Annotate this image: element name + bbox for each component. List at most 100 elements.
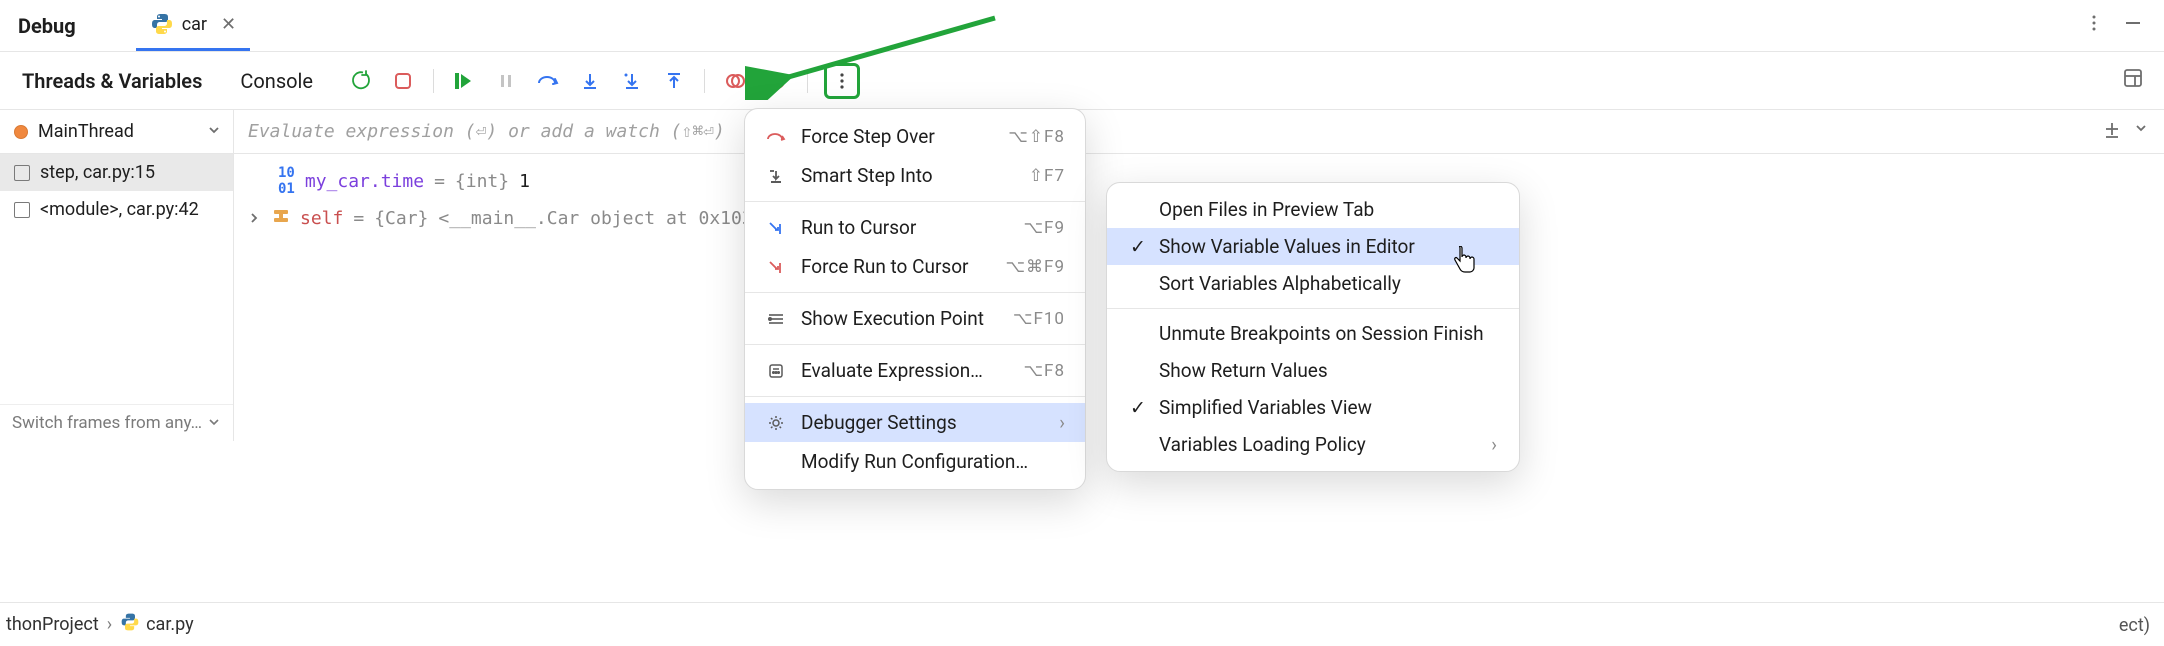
expression-placeholder: Evaluate expression (⏎) or add a watch (… — [248, 121, 725, 142]
close-icon[interactable]: ✕ — [221, 14, 236, 35]
variable-name: my_car.time — [305, 171, 424, 192]
debugger-more-menu: Force Step Over ⌥⇧F8 Smart Step Into ⇧F7… — [744, 108, 1086, 490]
menu-item-force-step-over[interactable]: Force Step Over ⌥⇧F8 — [745, 117, 1085, 156]
variable-type: {Car} — [374, 208, 428, 229]
variable-icon: 1001 — [278, 165, 295, 197]
thread-selector[interactable]: MainThread — [0, 110, 234, 153]
chevron-right-icon: › — [1491, 433, 1497, 456]
menu-item-shortcut: ⌥⇧F8 — [1008, 127, 1065, 147]
object-icon — [272, 207, 290, 230]
python-file-icon — [150, 12, 174, 36]
menu-item-label: Variables Loading Policy — [1159, 433, 1366, 456]
smart-step-into-icon — [765, 168, 787, 184]
menu-item-show-execution-point[interactable]: Show Execution Point ⌥F10 — [745, 299, 1085, 338]
frame-icon — [14, 165, 30, 181]
menu-item-label: Modify Run Configuration… — [801, 450, 1065, 473]
menu-item-label: Force Step Over — [801, 125, 994, 148]
menu-item-evaluate-expression[interactable]: Evaluate Expression… ⌥F8 — [745, 351, 1085, 390]
debug-title: Debug — [18, 14, 76, 38]
menu-item-open-preview[interactable]: Open Files in Preview Tab — [1107, 191, 1519, 228]
thread-name: MainThread — [38, 121, 134, 142]
breadcrumb-segment[interactable]: car.py — [146, 614, 194, 635]
pause-icon[interactable] — [492, 67, 520, 95]
check-icon: ✓ — [1129, 235, 1147, 258]
breadcrumb-right-text: ect) — [2119, 615, 2150, 636]
force-run-to-cursor-icon — [765, 259, 787, 275]
menu-item-shortcut: ⌥F10 — [1013, 309, 1065, 329]
frame-row[interactable]: <module>, car.py:42 — [0, 191, 233, 228]
step-into-icon[interactable] — [576, 67, 604, 95]
menu-item-label: Show Return Values — [1159, 359, 1328, 382]
variable-type: {int} — [455, 171, 509, 192]
frame-label: step, car.py:15 — [40, 162, 155, 183]
frame-icon — [14, 202, 30, 218]
breadcrumb-segment[interactable]: thonProject — [6, 614, 99, 635]
frame-label: <module>, car.py:42 — [40, 199, 199, 220]
menu-item-unmute-breakpoints[interactable]: Unmute Breakpoints on Session Finish — [1107, 315, 1519, 352]
frames-list: step, car.py:15 <module>, car.py:42 Swit… — [0, 154, 234, 441]
menu-item-label: Debugger Settings — [801, 411, 1045, 434]
step-over-icon[interactable] — [534, 67, 562, 95]
step-into-my-icon[interactable] — [618, 67, 646, 95]
variable-eq: = — [434, 171, 445, 192]
chevron-right-icon: › — [1059, 411, 1065, 434]
menu-item-smart-step-into[interactable]: Smart Step Into ⇧F7 — [745, 156, 1085, 195]
run-to-cursor-icon — [765, 220, 787, 236]
menu-item-shortcut: ⌥F9 — [1023, 218, 1065, 238]
breadcrumb: thonProject › car.py — [0, 602, 2164, 646]
menu-item-modify-run-config[interactable]: Modify Run Configuration… — [745, 442, 1085, 481]
frames-footer-text: Switch frames from any… — [12, 413, 202, 433]
variable-eq: = — [353, 208, 364, 229]
menu-item-show-var-values[interactable]: ✓ Show Variable Values in Editor — [1107, 228, 1519, 265]
menu-item-label: Run to Cursor — [801, 216, 1009, 239]
menu-item-label: Simplified Variables View — [1159, 396, 1372, 419]
more-vertical-icon[interactable] — [2084, 13, 2104, 38]
menu-item-debugger-settings[interactable]: Debugger Settings › — [745, 403, 1085, 442]
layout-settings-icon[interactable] — [2122, 67, 2144, 94]
chevron-right-icon[interactable] — [248, 208, 262, 229]
menu-item-label: Sort Variables Alphabetically — [1159, 272, 1401, 295]
variable-value: 1 — [519, 171, 530, 192]
chevron-down-icon[interactable] — [2134, 119, 2148, 144]
minimize-icon[interactable] — [2122, 12, 2144, 39]
step-out-icon[interactable] — [660, 67, 688, 95]
resume-icon[interactable] — [450, 67, 478, 95]
calculator-icon — [765, 363, 787, 379]
frame-row[interactable]: step, car.py:15 — [0, 154, 233, 191]
menu-item-label: Force Run to Cursor — [801, 255, 991, 278]
evaluate-expression-input[interactable]: Evaluate expression (⏎) or add a watch (… — [234, 110, 2164, 153]
more-actions-button[interactable] — [824, 63, 860, 99]
tab-console[interactable]: Console — [236, 61, 317, 101]
variable-name: self — [300, 208, 343, 229]
debugger-settings-submenu: Open Files in Preview Tab ✓ Show Variabl… — [1106, 182, 1520, 472]
python-file-icon — [120, 612, 140, 637]
menu-item-label: Open Files in Preview Tab — [1159, 198, 1374, 221]
menu-item-label: Unmute Breakpoints on Session Finish — [1159, 322, 1484, 345]
menu-item-force-run-to-cursor[interactable]: Force Run to Cursor ⌥⌘F9 — [745, 247, 1085, 286]
gear-icon — [765, 414, 787, 432]
thread-status-icon — [14, 125, 28, 139]
chevron-down-icon — [208, 413, 220, 433]
mute-breakpoints-icon[interactable] — [763, 67, 791, 95]
menu-item-label: Show Variable Values in Editor — [1159, 235, 1415, 258]
rerun-icon[interactable] — [347, 67, 375, 95]
stop-icon[interactable] — [389, 67, 417, 95]
menu-item-show-return[interactable]: Show Return Values — [1107, 352, 1519, 389]
add-watch-icon[interactable] — [2102, 119, 2122, 144]
menu-item-simplified-view[interactable]: ✓ Simplified Variables View — [1107, 389, 1519, 426]
menu-item-label: Smart Step Into — [801, 164, 1015, 187]
menu-item-loading-policy[interactable]: Variables Loading Policy › — [1107, 426, 1519, 463]
show-execution-point-icon — [765, 311, 787, 327]
view-breakpoints-icon[interactable] — [721, 67, 749, 95]
tab-threads-variables[interactable]: Threads & Variables — [18, 61, 206, 101]
menu-item-label: Evaluate Expression… — [801, 359, 1009, 382]
chevron-right-icon: › — [107, 614, 112, 635]
chevron-down-icon — [207, 121, 221, 142]
menu-item-sort-vars[interactable]: Sort Variables Alphabetically — [1107, 265, 1519, 302]
menu-item-shortcut: ⇧F7 — [1029, 166, 1065, 186]
tab-car[interactable]: car ✕ — [136, 0, 250, 51]
frames-footer[interactable]: Switch frames from any… — [0, 404, 233, 441]
check-icon: ✓ — [1129, 396, 1147, 419]
menu-item-shortcut: ⌥⌘F9 — [1005, 257, 1065, 277]
menu-item-run-to-cursor[interactable]: Run to Cursor ⌥F9 — [745, 208, 1085, 247]
